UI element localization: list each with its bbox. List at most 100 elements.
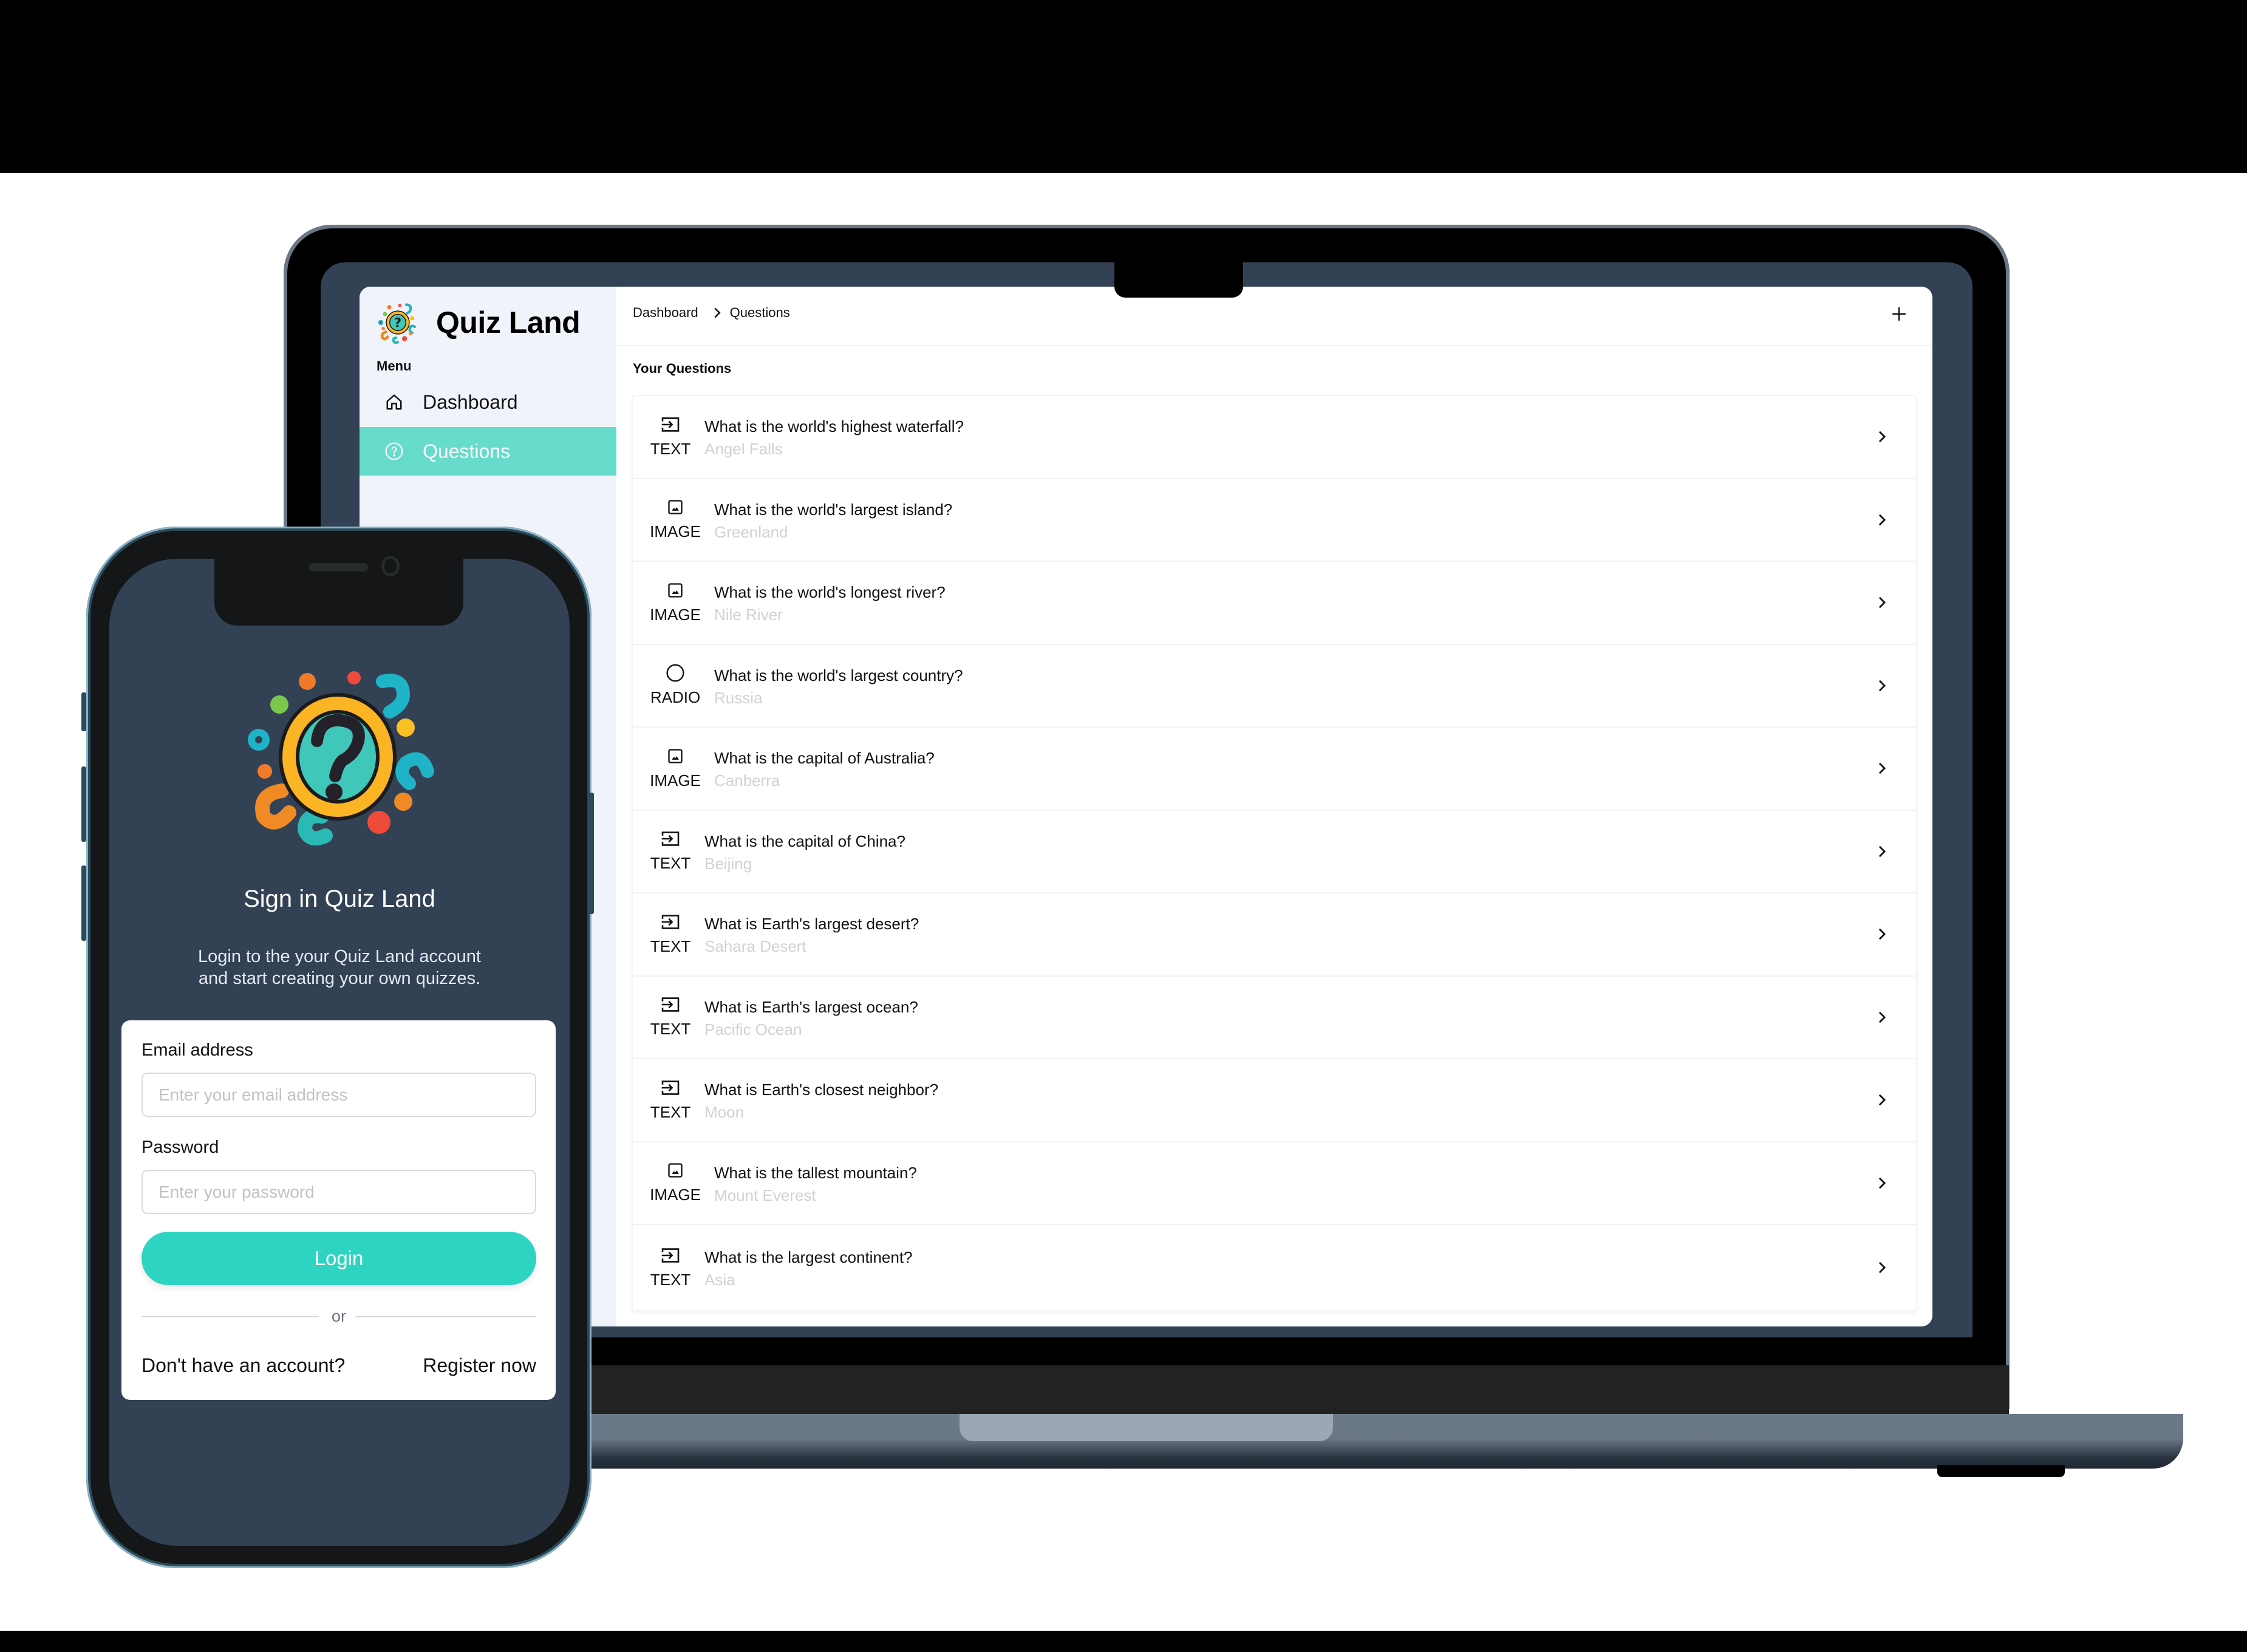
question-text: What is the tallest mountain? (714, 1163, 917, 1182)
answer-text: Asia (704, 1271, 735, 1289)
question-text-block: What is the world's largest country? Russ… (714, 664, 963, 708)
question-row[interactable]: TEXT What is the world's highest waterfal… (633, 396, 1916, 479)
chevron-right-icon[interactable] (1875, 842, 1889, 861)
register-link[interactable]: Register now (423, 1354, 536, 1377)
answer-text: Sahara Desert (704, 937, 806, 956)
phone-volume-up (81, 766, 86, 842)
home-icon (384, 392, 404, 412)
section-title: Your Questions (633, 361, 732, 376)
question-type: TEXT (639, 1079, 702, 1122)
question-text: What is the world's highest waterfall? (704, 417, 964, 436)
question-row[interactable]: TEXT What is Earth's largest desert? Sahar… (633, 893, 1916, 977)
menu-label: Menu (377, 358, 412, 374)
answer-text: Moon (704, 1103, 745, 1122)
chevron-right-icon[interactable] (1875, 593, 1889, 612)
question-type: TEXT (639, 995, 702, 1039)
text-input-icon (660, 1246, 681, 1265)
question-type: TEXT (639, 1246, 702, 1289)
phone-speaker (309, 563, 368, 572)
chevron-right-icon[interactable] (1875, 1091, 1889, 1109)
question-row[interactable]: IMAGE What is the world's largest island?… (633, 479, 1916, 562)
question-text-block: What is Earth's closest neighbor? Moon (704, 1078, 938, 1122)
sidebar-item-dashboard[interactable]: Dashboard (360, 378, 616, 426)
image-icon (667, 747, 684, 765)
password-field[interactable] (142, 1170, 536, 1214)
breadcrumb: Dashboard Questions (633, 305, 790, 321)
question-row[interactable]: IMAGE What is the tallest mountain? Mount … (633, 1142, 1916, 1225)
question-type: TEXT (639, 415, 702, 459)
question-type-label: IMAGE (650, 522, 701, 541)
answer-text: Canberra (714, 771, 780, 790)
question-type-label: RADIO (650, 688, 701, 707)
login-title: Sign in Quiz Land (244, 886, 435, 912)
question-row[interactable]: RADIO What is the world's largest country… (633, 645, 1916, 728)
email-field[interactable] (142, 1073, 536, 1117)
chevron-right-icon[interactable] (1875, 677, 1889, 695)
question-row[interactable]: TEXT What is the largest continent? Asia (633, 1225, 1916, 1310)
add-question-button[interactable] (1889, 304, 1909, 324)
question-text-block: What is Earth's largest desert? Sahara De… (704, 912, 919, 956)
question-type-label: IMAGE (650, 605, 701, 624)
login-button[interactable]: Login (142, 1232, 536, 1285)
question-text: What is the world's largest island? (714, 500, 953, 519)
email-label: Email address (142, 1040, 253, 1060)
question-type-label: TEXT (650, 439, 691, 458)
question-row[interactable]: IMAGE What is the world's longest river? N… (633, 562, 1916, 645)
quiz-land-logo-icon (248, 671, 434, 846)
question-type-label: TEXT (650, 854, 691, 873)
question-type: TEXT (639, 913, 702, 956)
phone-mute-switch (81, 692, 86, 731)
main-content: Dashboard Questions Your Questions TEXT W… (616, 287, 1932, 1326)
text-input-icon (660, 415, 681, 434)
laptop-camera-notch (1114, 262, 1243, 298)
question-text-block: What is Earth's largest ocean? Pacific Oc… (704, 995, 918, 1039)
answer-text: Angel Falls (704, 440, 783, 459)
breadcrumb-questions: Questions (729, 305, 790, 320)
chevron-right-icon[interactable] (1875, 428, 1889, 446)
question-type-label: IMAGE (650, 771, 701, 790)
text-input-icon (660, 1079, 681, 1097)
quiz-land-app: ? Quiz Land Menu Dashboard Questions Das… (360, 287, 1932, 1326)
chevron-right-icon[interactable] (1875, 925, 1889, 943)
login-subtitle: Login to the your Quiz Land account and … (109, 946, 570, 989)
question-type-label: TEXT (650, 1102, 691, 1121)
question-text: What is the capital of Australia? (714, 749, 935, 768)
question-row[interactable]: TEXT What is Earth's closest neighbor? Moo… (633, 1059, 1916, 1142)
question-row[interactable]: TEXT What is the capital of China? Beijing (633, 811, 1916, 893)
question-type-label: TEXT (650, 937, 691, 955)
question-circle-icon (384, 441, 404, 462)
question-text: What is the largest continent? (704, 1248, 913, 1266)
breadcrumb-dashboard[interactable]: Dashboard (633, 305, 698, 321)
phone-volume-down (81, 865, 86, 941)
question-type: RADIO (639, 664, 712, 707)
question-text-block: What is the world's highest waterfall? An… (704, 415, 964, 459)
brand-name: Quiz Land (436, 305, 581, 340)
question-type: IMAGE (639, 747, 712, 790)
question-row[interactable]: TEXT What is Earth's largest ocean? Pacifi… (633, 977, 1916, 1059)
svg-text:?: ? (394, 316, 401, 330)
image-icon (667, 581, 684, 599)
sidebar-item-label: Dashboard (423, 391, 518, 413)
or-divider: or (142, 1307, 536, 1325)
chevron-right-icon[interactable] (1875, 1258, 1889, 1277)
question-row[interactable]: IMAGE What is the capital of Australia? Ca… (633, 728, 1916, 811)
phone-camera (381, 556, 400, 576)
answer-text: Nile River (714, 606, 783, 624)
chevron-right-icon[interactable] (1875, 1174, 1889, 1192)
chevron-right-icon[interactable] (1875, 511, 1889, 529)
question-text-block: What is the capital of China? Beijing (704, 830, 905, 873)
brand[interactable]: ? Quiz Land (377, 301, 581, 344)
text-input-icon (660, 830, 681, 848)
answer-text: Russia (714, 688, 763, 707)
header-divider (616, 345, 1932, 346)
text-input-icon (660, 913, 681, 931)
answer-text: Pacific Ocean (704, 1020, 802, 1039)
chevron-right-icon[interactable] (1875, 759, 1889, 777)
login-form: Email address Password Login or Don't ha… (121, 1020, 556, 1400)
chevron-right-icon[interactable] (1875, 1008, 1889, 1026)
phone-power-button (589, 793, 594, 914)
question-type-label: TEXT (650, 1270, 691, 1289)
sidebar-item-questions[interactable]: Questions (360, 427, 616, 476)
quiz-land-logo-icon: ? (378, 303, 417, 344)
bottom-black-band (0, 1631, 2247, 1652)
